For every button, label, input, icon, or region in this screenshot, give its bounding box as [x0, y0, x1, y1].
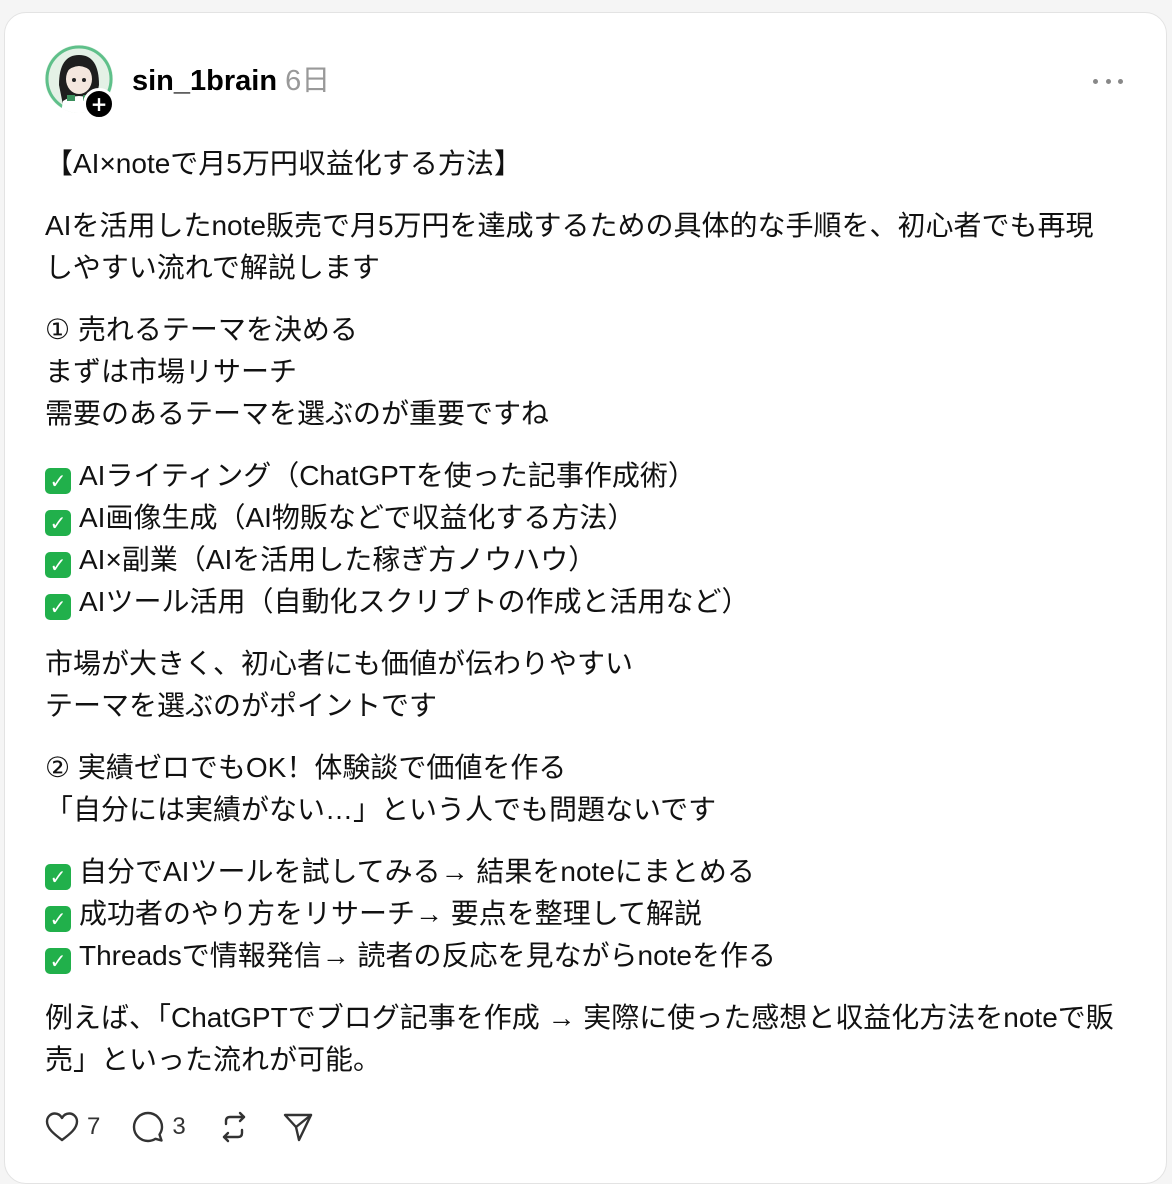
heart-icon [45, 1112, 79, 1142]
follow-button[interactable]: + [83, 88, 115, 120]
check-mark-icon: ✓ [45, 510, 71, 536]
checklist-item: ✓ 成功者のやり方をリサーチ→ 要点を整理して解説 [45, 893, 1115, 935]
reply-count: 3 [172, 1113, 186, 1140]
action-bar: 7 3 [45, 1111, 346, 1143]
text-line: テーマを選ぶのがポイントです [45, 685, 1115, 727]
line-text: 需要のあるテーマを選ぶのが重要ですね [45, 398, 550, 429]
text-paragraph: 【AI×noteで月5万円収益化する方法】 [45, 143, 1115, 185]
text-paragraph: 例えば、「ChatGPTでブログ記事を作成 → 実際に使った感想と収益化方法をn… [45, 997, 1115, 1081]
text-line: 【AI×noteで月5万円収益化する方法】 [45, 143, 1115, 185]
reply-button[interactable]: 3 [132, 1111, 186, 1143]
comment-icon [133, 1111, 164, 1143]
line-text: 自分でAIツールを試してみる→ 結果をnoteにまとめる [79, 856, 755, 887]
text-paragraph: ② 実績ゼロでもOK！体験談で価値を作る「自分には実績がない…」という人でも問題… [45, 747, 1115, 831]
checklist-paragraph: ✓ 自分でAIツールを試してみる→ 結果をnoteにまとめる ✓ 成功者のやり方をリサ… [45, 851, 1115, 977]
line-text: 【AI×noteで月5万円収益化する方法】 [45, 148, 522, 179]
text-line: まずは市場リサーチ [45, 351, 1115, 393]
text-line: 「自分には実績がない…」という人でも問題ないです [45, 789, 1115, 831]
checklist-item: ✓ AI画像生成（AI物販などで収益化する方法） [45, 497, 1115, 539]
post-card: + sin_1brain 6日 【AI×noteで月5万円収益化する方法】 AIを活… [4, 12, 1167, 1184]
checklist-item: ✓ 自分でAIツールを試してみる→ 結果をnoteにまとめる [45, 851, 1115, 893]
line-text: AIライティング（ChatGPTを使った記事作成術） [79, 460, 696, 491]
checklist-item: ✓ AI×副業（AIを活用した稼ぎ方ノウハウ） [45, 539, 1115, 581]
checklist-paragraph: ✓ AIライティング（ChatGPTを使った記事作成術） ✓ AI画像生成（AI物販な… [45, 455, 1115, 623]
text-line: ① 売れるテーマを決める [45, 309, 1115, 351]
text-line: 市場が大きく、初心者にも価値が伝わりやすい [45, 643, 1115, 685]
line-text: AI×副業（AIを活用した稼ぎ方ノウハウ） [79, 544, 597, 575]
post-body: 【AI×noteで月5万円収益化する方法】 AIを活用したnote販売で月5万円を… [45, 143, 1115, 1101]
line-text: AIツール活用（自動化スクリプトの作成と活用など） [79, 586, 750, 617]
line-text: AIを活用したnote販売で月5万円を達成するための具体的な手順を、初心者でも再… [45, 210, 1094, 283]
username[interactable]: sin_1brain [132, 65, 277, 97]
text-paragraph: 市場が大きく、初心者にも価値が伝わりやすい テーマを選ぶのがポイントです [45, 643, 1115, 727]
like-count: 7 [87, 1113, 101, 1140]
text-line: 例えば、「ChatGPTでブログ記事を作成 → 実際に使った感想と収益化方法をn… [45, 997, 1115, 1081]
line-text: AI画像生成（AI物販などで収益化する方法） [79, 502, 636, 533]
repost-button[interactable] [218, 1111, 250, 1143]
text-line: ② 実績ゼロでもOK！体験談で価値を作る [45, 747, 1115, 789]
check-mark-icon: ✓ [45, 552, 71, 578]
text-line: 需要のあるテーマを選ぶのが重要ですね [45, 393, 1115, 435]
text-line: AIを活用したnote販売で月5万円を達成するための具体的な手順を、初心者でも再… [45, 205, 1115, 289]
checklist-item: ✓ Threadsで情報発信→ 読者の反応を見ながらnoteを作る [45, 935, 1115, 977]
like-button[interactable]: 7 [45, 1111, 100, 1143]
post-header: sin_1brain 6日 [132, 61, 330, 101]
text-paragraph: AIを活用したnote販売で月5万円を達成するための具体的な手順を、初心者でも再… [45, 205, 1115, 289]
send-icon [283, 1113, 312, 1142]
line-text: 成功者のやり方をリサーチ→ 要点を整理して解説 [79, 898, 702, 929]
line-text: テーマを選ぶのがポイントです [45, 690, 438, 721]
share-button[interactable] [282, 1111, 314, 1143]
checklist-item: ✓ AIツール活用（自動化スクリプトの作成と活用など） [45, 581, 1115, 623]
check-mark-icon: ✓ [45, 468, 71, 494]
text-paragraph: ① 売れるテーマを決める まずは市場リサーチ需要のあるテーマを選ぶのが重要ですね [45, 309, 1115, 435]
check-mark-icon: ✓ [45, 864, 71, 890]
check-mark-icon: ✓ [45, 906, 71, 932]
plus-icon: + [90, 92, 108, 116]
check-mark-icon: ✓ [45, 594, 71, 620]
checklist-item: ✓ AIライティング（ChatGPTを使った記事作成術） [45, 455, 1115, 497]
line-text: ① 売れるテーマを決める [45, 314, 358, 345]
line-text: 「自分には実績がない…」という人でも問題ないです [45, 794, 717, 825]
check-mark-icon: ✓ [45, 948, 71, 974]
timestamp[interactable]: 6日 [285, 65, 330, 97]
line-text: まずは市場リサーチ [45, 356, 298, 387]
line-text: ② 実績ゼロでもOK！体験談で価値を作る [45, 752, 567, 783]
line-text: 市場が大きく、初心者にも価値が伝わりやすい [45, 648, 634, 679]
line-text: 例えば、「ChatGPTでブログ記事を作成 → 実際に使った感想と収益化方法をn… [45, 1002, 1114, 1075]
more-options-icon[interactable] [1093, 69, 1123, 93]
repost-icon [222, 1111, 245, 1143]
line-text: Threadsで情報発信→ 読者の反応を見ながらnoteを作る [79, 940, 776, 971]
